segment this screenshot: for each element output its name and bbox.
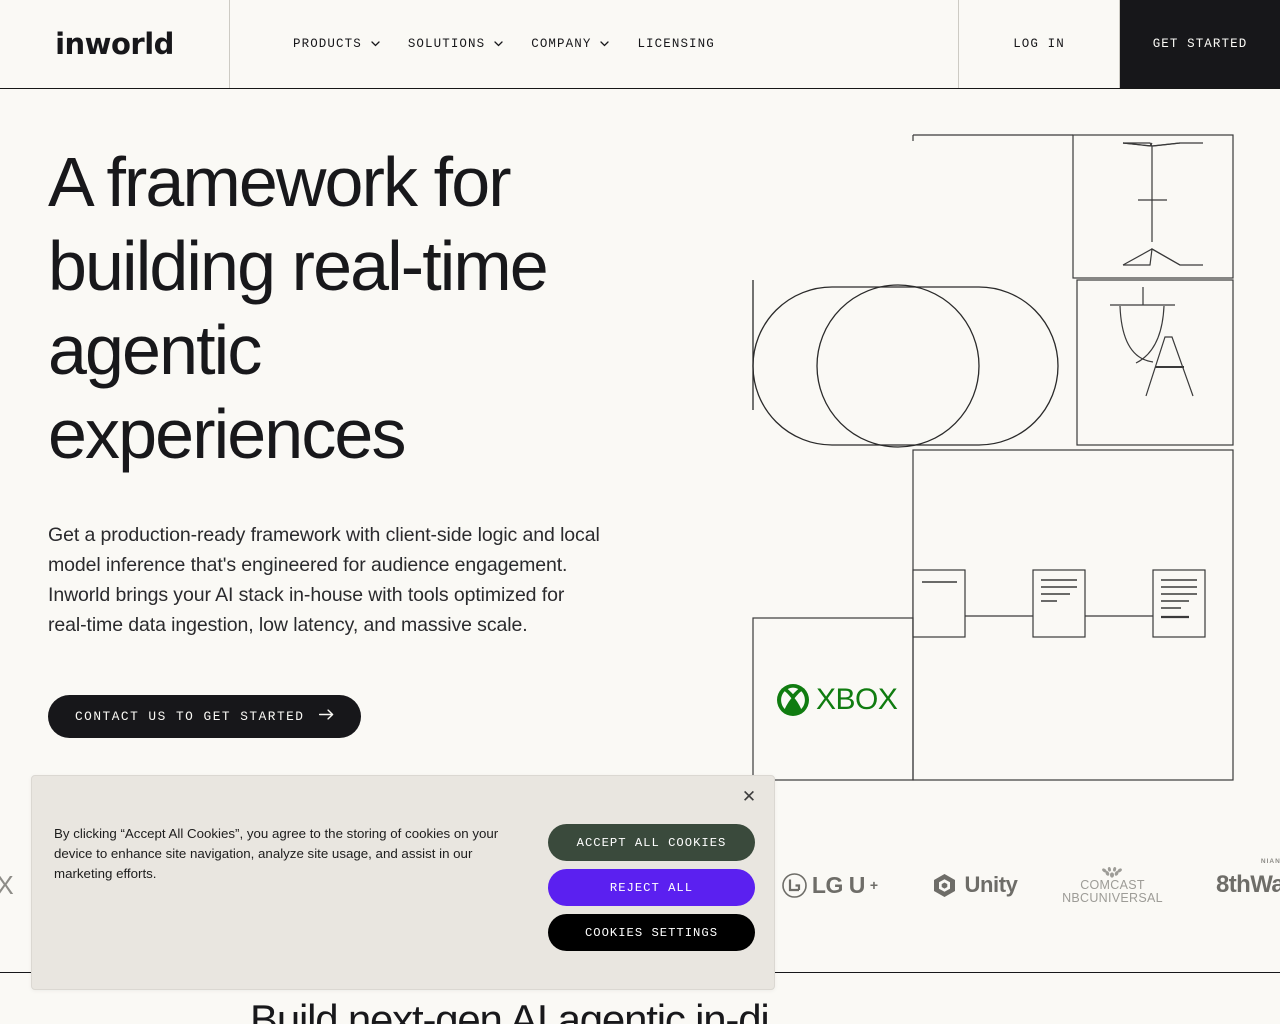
lg-plus-sup: +: [869, 877, 879, 893]
8thwall-label: 8thWall: [1216, 871, 1280, 898]
nav-item-company[interactable]: COMPANY: [531, 37, 610, 51]
primary-nav: PRODUCTS SOLUTIONS COMPANY LICENSING: [230, 0, 959, 88]
comcast-line-1: COMCAST: [1080, 877, 1145, 892]
lg-circle-icon: [782, 872, 807, 898]
unity-label: Unity: [964, 872, 1018, 897]
login-label: LOG IN: [1013, 37, 1065, 51]
logo-cut-left: X: [0, 845, 20, 925]
page-root: inworld PRODUCTS SOLUTIONS COMPANY LICEN…: [0, 0, 1280, 1024]
xbox-logo: XBOX: [776, 683, 898, 717]
nav-label-company: COMPANY: [531, 37, 592, 51]
nav-label-licensing: LICENSING: [637, 37, 715, 51]
cookie-banner-actions: ACCEPT ALL COOKIES REJECT ALL COOKIES SE…: [548, 824, 755, 951]
hero-heading-line-4: experiences: [48, 395, 406, 473]
logo-cut-left-text: X: [0, 869, 14, 900]
close-icon[interactable]: ✕: [738, 786, 760, 808]
nav-label-products: PRODUCTS: [293, 37, 362, 51]
bottom-section-heading: Build next-gen AI agentic in-di: [250, 996, 770, 1024]
nav-label-solutions: SOLUTIONS: [407, 37, 486, 51]
accept-all-cookies-button[interactable]: ACCEPT ALL COOKIES: [548, 824, 755, 861]
get-started-label: GET STARTED: [1152, 37, 1248, 51]
nbc-peacock-icon: [1102, 866, 1123, 878]
arrow-right-icon: [318, 709, 334, 724]
get-started-button[interactable]: GET STARTED: [1120, 0, 1280, 88]
hero-heading-line-2: building real-time: [48, 227, 549, 305]
logo-cell[interactable]: inworld: [0, 0, 230, 88]
login-button[interactable]: LOG IN: [959, 0, 1120, 88]
page-title: A framework for building real-time agent…: [48, 140, 648, 476]
nav-item-licensing[interactable]: LICENSING: [637, 37, 714, 51]
hero-decorative-graphic: XBOX: [740, 110, 1280, 800]
comcast-line-2: NBCUNIVERSAL: [1062, 890, 1163, 905]
site-header: inworld PRODUCTS SOLUTIONS COMPANY LICEN…: [0, 0, 1280, 89]
cookie-banner-text: By clicking “Accept All Cookies”, you ag…: [54, 826, 499, 881]
xbox-sphere-icon: [777, 684, 809, 716]
cookie-consent-banner: ✕ By clicking “Accept All Cookies”, you …: [31, 775, 775, 990]
unity-cube-icon: [934, 873, 956, 897]
nav-item-products[interactable]: PRODUCTS: [293, 37, 380, 51]
chevron-down-icon: [371, 41, 380, 47]
cookies-settings-button[interactable]: COOKIES SETTINGS: [548, 914, 755, 951]
hero-heading-line-1: A framework for: [48, 143, 512, 221]
reject-all-button[interactable]: REJECT ALL: [548, 869, 755, 906]
hero-heading-line-3: agentic: [48, 311, 262, 389]
logo-comcast-nbcuniversal: COMCAST NBCUNIVERSAL: [1045, 845, 1180, 925]
inworld-logo[interactable]: inworld: [55, 27, 174, 61]
chevron-down-icon: [600, 41, 610, 47]
contact-us-button[interactable]: CONTACT US TO GET STARTED: [48, 695, 361, 738]
logo-lg-uplus: LG U +: [760, 845, 900, 925]
logo-8thwall-niantic: NIANTIC 8thWall: [1216, 845, 1280, 925]
lg-label: LG U: [811, 871, 865, 898]
hero-paragraph: Get a production-ready framework with cl…: [48, 524, 600, 636]
xbox-label: XBOX: [816, 683, 898, 716]
chevron-down-icon: [494, 41, 503, 47]
logo-unity: Unity: [905, 845, 1045, 925]
cta-label: CONTACT US TO GET STARTED: [75, 709, 305, 724]
nav-item-solutions[interactable]: SOLUTIONS: [408, 37, 503, 51]
niantic-sup-label: NIANTIC: [1260, 858, 1280, 865]
hero-content: A framework for building real-time agent…: [48, 140, 648, 738]
